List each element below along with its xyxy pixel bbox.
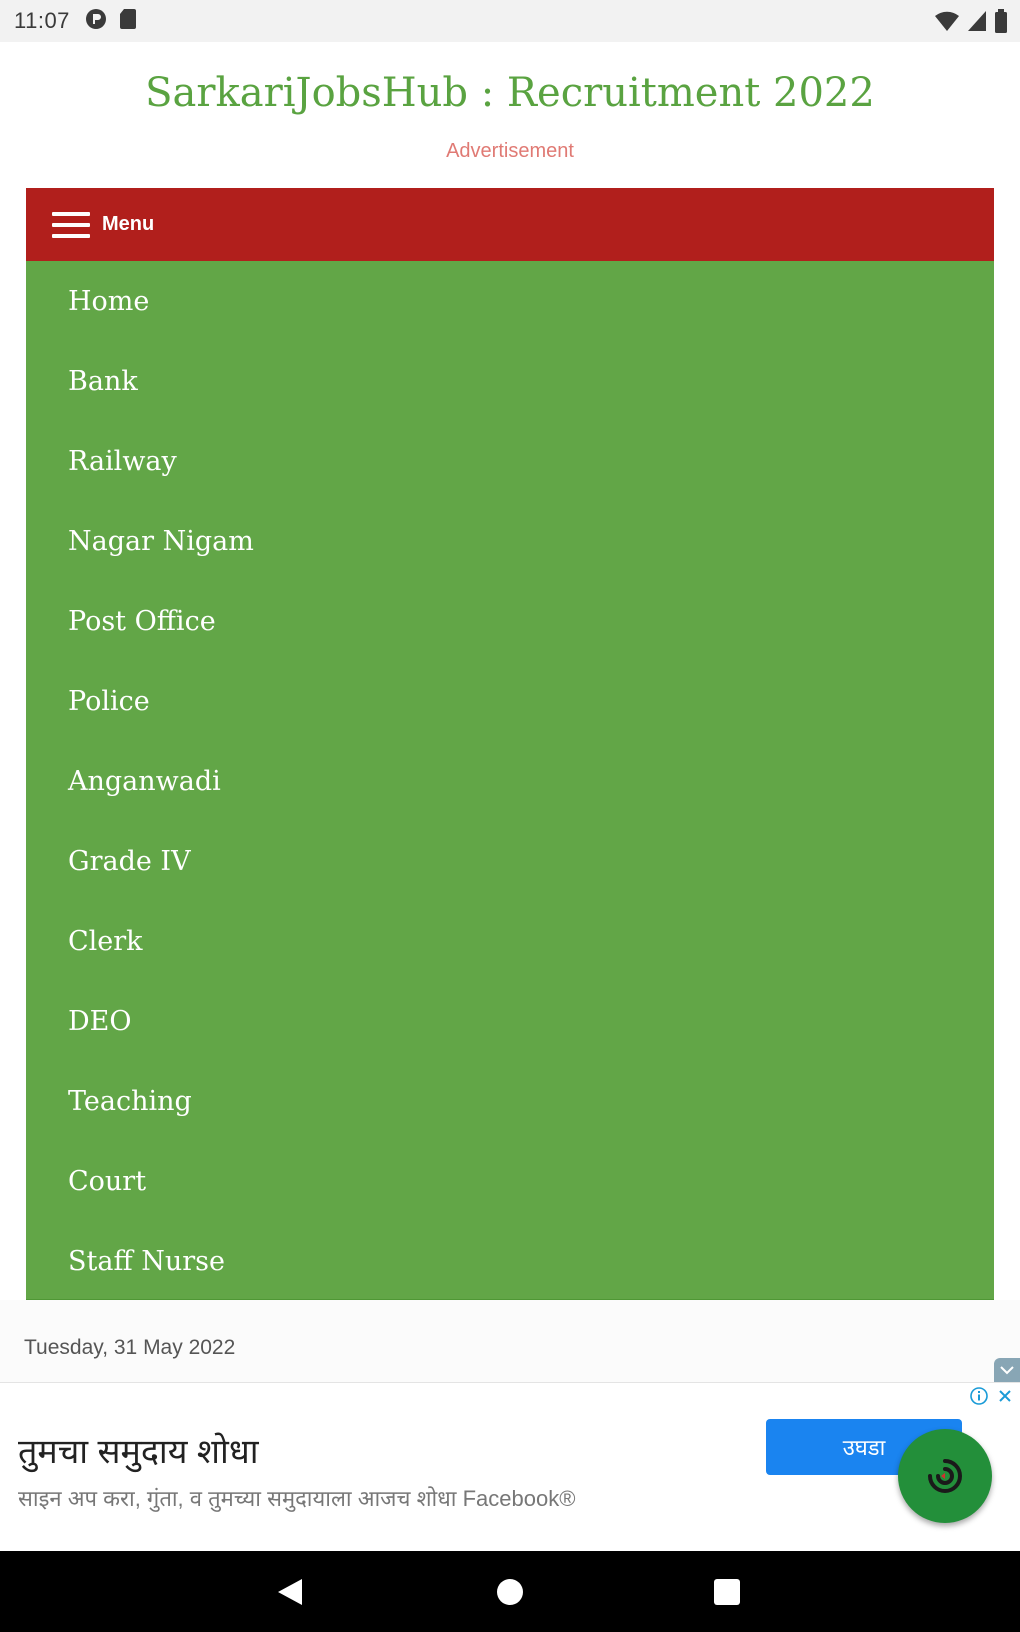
refresh-swirl-icon xyxy=(928,1459,962,1493)
menu-item-deo[interactable]: DEO xyxy=(26,981,994,1061)
menu-item-railway[interactable]: Railway xyxy=(26,421,994,501)
hamburger-icon[interactable] xyxy=(52,211,90,239)
nav-menu-list: Home Bank Railway Nagar Nigam Post Offic… xyxy=(26,261,994,1301)
menu-item-post-office[interactable]: Post Office xyxy=(26,581,994,661)
home-circle-icon xyxy=(497,1578,523,1605)
home-button[interactable] xyxy=(490,1551,530,1632)
menu-item-bank[interactable]: Bank xyxy=(26,341,994,421)
menu-item-anganwadi[interactable]: Anganwadi xyxy=(26,741,994,821)
battery-icon xyxy=(994,8,1008,39)
back-button[interactable] xyxy=(270,1551,310,1632)
menu-toggle-bar[interactable]: Menu xyxy=(26,188,994,261)
wifi-icon xyxy=(934,9,960,38)
sd-card-icon xyxy=(118,7,138,36)
recents-square-icon xyxy=(714,1578,740,1605)
data-saver-icon xyxy=(84,7,108,36)
back-triangle-icon xyxy=(278,1578,302,1605)
ad-subtitle[interactable]: साइन अप करा, गुंता, व तुमच्या समुदायाला … xyxy=(18,1483,575,1513)
status-bar: 11:07 xyxy=(0,0,1020,42)
system-navigation-bar xyxy=(0,1551,1020,1632)
floating-action-button[interactable] xyxy=(898,1429,992,1523)
menu-item-staff-nurse[interactable]: Staff Nurse xyxy=(26,1221,994,1301)
menu-label[interactable]: Menu xyxy=(102,213,154,236)
date-strip: Tuesday, 31 May 2022 xyxy=(0,1300,1020,1382)
menu-item-grade-iv[interactable]: Grade IV xyxy=(26,821,994,901)
current-date: Tuesday, 31 May 2022 xyxy=(24,1336,236,1359)
menu-item-home[interactable]: Home xyxy=(26,261,994,341)
menu-item-teaching[interactable]: Teaching xyxy=(26,1061,994,1141)
advertisement-label: Advertisement xyxy=(446,140,574,162)
ad-collapse-button[interactable] xyxy=(994,1358,1020,1382)
ad-banner[interactable]: तुमचा समुदाय शोधा साइन अप करा, गुंता, व … xyxy=(0,1382,1020,1551)
signal-icon xyxy=(966,9,988,38)
status-time: 11:07 xyxy=(14,8,70,33)
ad-info-icon[interactable] xyxy=(968,1385,990,1407)
ad-title[interactable]: तुमचा समुदाय शोधा xyxy=(18,1427,259,1473)
site-title[interactable]: SarkariJobsHub : Recruitment 2022 xyxy=(0,70,1020,116)
menu-item-police[interactable]: Police xyxy=(26,661,994,741)
ad-close-icon[interactable] xyxy=(994,1385,1016,1407)
menu-item-clerk[interactable]: Clerk xyxy=(26,901,994,981)
menu-item-nagar-nigam[interactable]: Nagar Nigam xyxy=(26,501,994,581)
menu-item-court[interactable]: Court xyxy=(26,1141,994,1221)
recents-button[interactable] xyxy=(712,1551,742,1632)
